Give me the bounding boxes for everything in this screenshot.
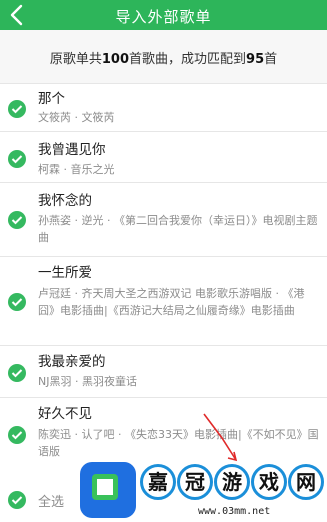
select-all-check-icon[interactable] [8, 491, 26, 509]
check-circle-icon[interactable] [8, 211, 26, 229]
song-row[interactable]: 那个 文筱芮 · 文筱芮 [0, 84, 327, 132]
song-subtitle: NJ黑羽 · 黑羽夜童话 [38, 375, 137, 388]
song-subtitle: 陈奕迅 · 认了吧 · 《失恋33天》电影插曲|《不如不见》国语版 [38, 428, 319, 458]
song-row[interactable]: 一生所爱 卢冠廷 · 齐天周大圣之西游双记 电影歌乐游唱版 · 《港囧》电影插曲… [0, 257, 327, 346]
song-row[interactable]: 我最亲爱的 NJ黑羽 · 黑羽夜童话 [0, 346, 327, 398]
song-title: 我最亲爱的 [38, 354, 106, 370]
song-subtitle: 文筱芮 · 文筱芮 [38, 111, 115, 124]
song-subtitle: 卢冠廷 · 齐天周大圣之西游双记 电影歌乐游唱版 · 《港囧》电影插曲|《西游记… [38, 287, 305, 317]
song-title: 一生所爱 [38, 265, 92, 281]
watermark-char: 冠 [177, 464, 213, 500]
summary-suffix: 首 [264, 52, 278, 67]
check-circle-icon[interactable] [8, 364, 26, 382]
summary-matched-count: 95 [246, 52, 265, 67]
match-summary: 原歌单共100首歌曲，成功匹配到95首 [0, 30, 327, 84]
watermark-char: 戏 [251, 464, 287, 500]
site-watermark: 嘉冠游戏网 www.03mm.net [80, 460, 327, 522]
page-title: 导入外部歌单 [115, 8, 212, 26]
summary-middle: 首歌曲，成功匹配到 [129, 52, 247, 67]
song-subtitle: 孙燕姿 · 逆光 · 《第二回合我爱你（幸运日）》电视剧主题曲 [38, 214, 318, 244]
header-bar: 导入外部歌单 [0, 0, 327, 30]
check-circle-icon[interactable] [8, 293, 26, 311]
summary-total-count: 100 [101, 52, 130, 67]
select-all-label[interactable]: 全选 [38, 491, 64, 510]
song-title: 我曾遇见你 [38, 142, 106, 158]
summary-prefix: 原歌单共 [49, 52, 102, 67]
song-title: 好久不见 [38, 406, 92, 422]
check-circle-icon[interactable] [8, 100, 26, 118]
watermark-url: www.03mm.net [198, 506, 271, 517]
watermark-char: 游 [214, 464, 250, 500]
watermark-char: 嘉 [140, 464, 176, 500]
check-circle-icon[interactable] [8, 150, 26, 168]
watermark-logo-inner [92, 474, 118, 500]
song-row[interactable]: 我怀念的 孙燕姿 · 逆光 · 《第二回合我爱你（幸运日）》电视剧主题曲 [0, 183, 327, 257]
watermark-text: 嘉冠游戏网 [140, 464, 325, 504]
song-title: 那个 [38, 91, 65, 107]
watermark-char: 网 [288, 464, 324, 500]
watermark-logo-icon [80, 462, 136, 518]
check-circle-icon[interactable] [8, 426, 26, 444]
song-title: 我怀念的 [38, 193, 92, 209]
song-subtitle: 柯霖 · 音乐之光 [38, 163, 115, 176]
song-row[interactable]: 我曾遇见你 柯霖 · 音乐之光 [0, 132, 327, 183]
